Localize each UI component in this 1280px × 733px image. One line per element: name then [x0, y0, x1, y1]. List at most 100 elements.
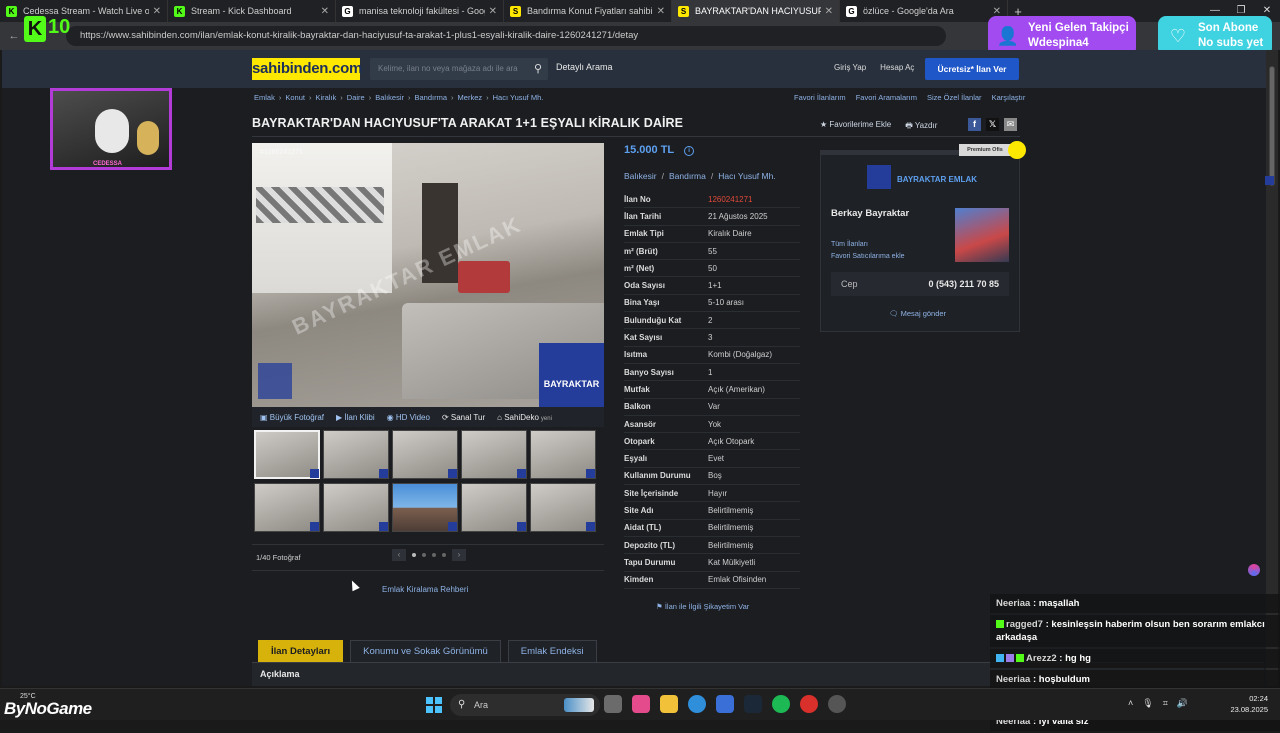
tab-close-icon[interactable]: ✕ — [825, 6, 833, 17]
obs-icon[interactable] — [800, 695, 818, 713]
add-favorite-seller-link[interactable]: Favori Satıcılarıma ekle — [831, 253, 905, 260]
detail-tab[interactable]: Emlak Endeksi — [507, 640, 597, 662]
tab-close-icon[interactable]: ✕ — [657, 6, 665, 17]
subscriber-alert-title: Son Abone — [1198, 22, 1259, 34]
photo-tab-tour[interactable]: ⟳ Sanal Tur — [442, 413, 485, 422]
pager-dot[interactable] — [442, 553, 446, 557]
thumbnail[interactable] — [461, 430, 527, 479]
tab-close-icon[interactable]: ✕ — [489, 6, 497, 17]
chat-username[interactable]: Arezz2 — [1026, 653, 1057, 664]
url-field[interactable]: https://www.sahibinden.com/ilan/emlak-ko… — [66, 26, 946, 46]
chat-username[interactable]: Neeriaa — [996, 674, 1030, 685]
windows-start-icon[interactable] — [426, 697, 442, 713]
quick-link[interactable]: Favori İlanlarım — [794, 93, 846, 102]
x-icon[interactable]: 𝕏 — [986, 118, 999, 131]
pager-dot[interactable] — [412, 553, 416, 557]
chat-username[interactable]: Neeriaa — [996, 598, 1030, 609]
quick-link[interactable]: Favori Aramalarım — [856, 93, 917, 102]
facebook-icon[interactable]: f — [968, 118, 981, 131]
location-link[interactable]: Bandırma — [669, 171, 706, 181]
prev-photos-button[interactable]: ‹ — [392, 549, 406, 561]
page-scrollbar[interactable] — [1265, 50, 1278, 686]
search-icon[interactable]: ⚲ — [534, 58, 542, 80]
tab-title: manisa teknoloji fakültesi - Google — [359, 6, 485, 16]
pager-dot[interactable] — [422, 553, 426, 557]
tab-close-icon[interactable]: ✕ — [153, 6, 161, 17]
breadcrumb-item[interactable]: Hacı Yusuf Mh. — [493, 93, 544, 102]
detail-tab[interactable]: İlan Detayları — [258, 640, 344, 662]
pager-dot[interactable] — [432, 553, 436, 557]
print-button[interactable]: 🖶 Yazdır — [905, 120, 937, 134]
microphone-icon[interactable]: 🎙 — [1142, 698, 1153, 709]
store-icon[interactable] — [716, 695, 734, 713]
post-ad-button[interactable]: Ücretsiz* İlan Ver — [925, 58, 1019, 80]
file-explorer-icon[interactable] — [660, 695, 678, 713]
browser-tab[interactable]: Gözlüce - Google'da Ara ✕ — [840, 0, 1008, 22]
browser-tab[interactable]: Gmanisa teknoloji fakültesi - Google ✕ — [336, 0, 504, 22]
photo-tab-film[interactable]: ▶ İlan Klibi — [336, 413, 375, 422]
thumbnail[interactable] — [530, 430, 596, 479]
thumbnail[interactable] — [530, 483, 596, 532]
thumbnail[interactable] — [392, 430, 458, 479]
breadcrumb-item[interactable]: Kiralık — [315, 93, 336, 102]
task-view-icon[interactable] — [604, 695, 622, 713]
edge-icon[interactable] — [688, 695, 706, 713]
site-logo[interactable]: sahibinden.com — [252, 58, 362, 80]
thumbnail[interactable] — [254, 483, 320, 532]
info-icon[interactable]: i — [684, 146, 695, 156]
location-link[interactable]: Balıkesir — [624, 171, 657, 181]
quick-link[interactable]: Size Özel İlanlar — [927, 93, 982, 102]
next-photos-button[interactable]: › — [452, 549, 466, 561]
thumbnail[interactable] — [254, 430, 320, 479]
send-message-link[interactable]: 🗨 Mesaj gönder — [889, 309, 946, 318]
chat-username[interactable]: ragged7 — [1006, 619, 1043, 630]
thumbnail[interactable] — [323, 430, 389, 479]
floating-app-icon[interactable] — [1248, 564, 1260, 576]
rental-guide-link[interactable]: Emlak Kiralama Rehberi — [382, 585, 468, 594]
site-search-input[interactable]: Kelime, ilan no veya mağaza adı ile ara … — [370, 58, 548, 80]
tab-close-icon[interactable]: ✕ — [321, 6, 329, 17]
chrome-icon[interactable] — [828, 695, 846, 713]
breadcrumb-item[interactable]: Merkez — [458, 93, 483, 102]
detailed-search-link[interactable]: Detaylı Arama — [556, 62, 613, 72]
office-logo[interactable] — [867, 165, 891, 189]
quick-link[interactable]: Karşılaştır — [992, 93, 1026, 102]
chevron-up-icon[interactable]: ˄ — [1128, 698, 1133, 709]
mail-icon[interactable]: ✉ — [1004, 118, 1017, 131]
copilot-icon[interactable] — [632, 695, 650, 713]
volume-icon[interactable]: 🔊 — [1177, 698, 1188, 709]
all-ads-link[interactable]: Tüm İlanları — [831, 241, 868, 248]
thumbnail[interactable] — [323, 483, 389, 532]
detail-tab[interactable]: Konumu ve Sokak Görünümü — [350, 640, 501, 662]
taskbar-clock[interactable]: 02:24 23.08.2025 — [1226, 693, 1268, 715]
breadcrumb-item[interactable]: Emlak — [254, 93, 275, 102]
breadcrumb-item[interactable]: Balıkesir — [375, 93, 404, 102]
tab-close-icon[interactable]: ✕ — [993, 6, 1001, 17]
browser-tab[interactable]: S Bandırma Konut Fiyatları sahibinden ✕ — [504, 0, 672, 22]
thumbnail[interactable] — [392, 483, 458, 532]
spec-row: Bina Yaşı 5-10 arası — [624, 295, 800, 313]
add-favorite-button[interactable]: ★ Favorilerime Ekle — [820, 120, 891, 134]
breadcrumb-item[interactable]: Bandırma — [415, 93, 448, 102]
report-listing-link[interactable]: ⚑ İlan ile İlgili Şikayetim Var — [656, 602, 749, 611]
browser-tab[interactable]: K Stream - Kick Dashboard ✕ — [168, 0, 336, 22]
breadcrumb-item[interactable]: Konut — [285, 93, 305, 102]
steam-icon[interactable] — [744, 695, 762, 713]
network-icon[interactable]: ⌗ — [1163, 698, 1168, 709]
stream-sponsor-logo: ByNoGame — [4, 699, 92, 718]
spotify-icon[interactable] — [772, 695, 790, 713]
register-link[interactable]: Hesap Aç — [880, 63, 914, 72]
location-link[interactable]: Hacı Yusuf Mh. — [718, 171, 775, 181]
tab-title: Bandırma Konut Fiyatları sahibinden — [527, 6, 653, 16]
login-link[interactable]: Giriş Yap — [834, 63, 866, 72]
main-photo[interactable]: BAYRAKTAR EMLAK #1260241271 BAYRAKTAR — [252, 143, 604, 407]
taskbar-search[interactable]: ⚲ Ara — [450, 694, 600, 716]
breadcrumb-item[interactable]: Daire — [347, 93, 365, 102]
thumbnail[interactable] — [461, 483, 527, 532]
photo-tab-deco[interactable]: ⌂ SahiDeko yeni — [497, 413, 552, 422]
office-name-link[interactable]: BAYRAKTAR EMLAK — [897, 175, 977, 184]
photo-tab-video[interactable]: ◉ HD Video — [387, 413, 430, 422]
site-header: sahibinden.com Kelime, ilan no veya mağa… — [2, 50, 1266, 88]
browser-tab[interactable]: S BAYRAKTAR'DAN HACIYUSUF'TA A ✕ — [672, 0, 840, 22]
photo-tab-camera[interactable]: ▣ Büyük Fotoğraf — [260, 413, 324, 422]
